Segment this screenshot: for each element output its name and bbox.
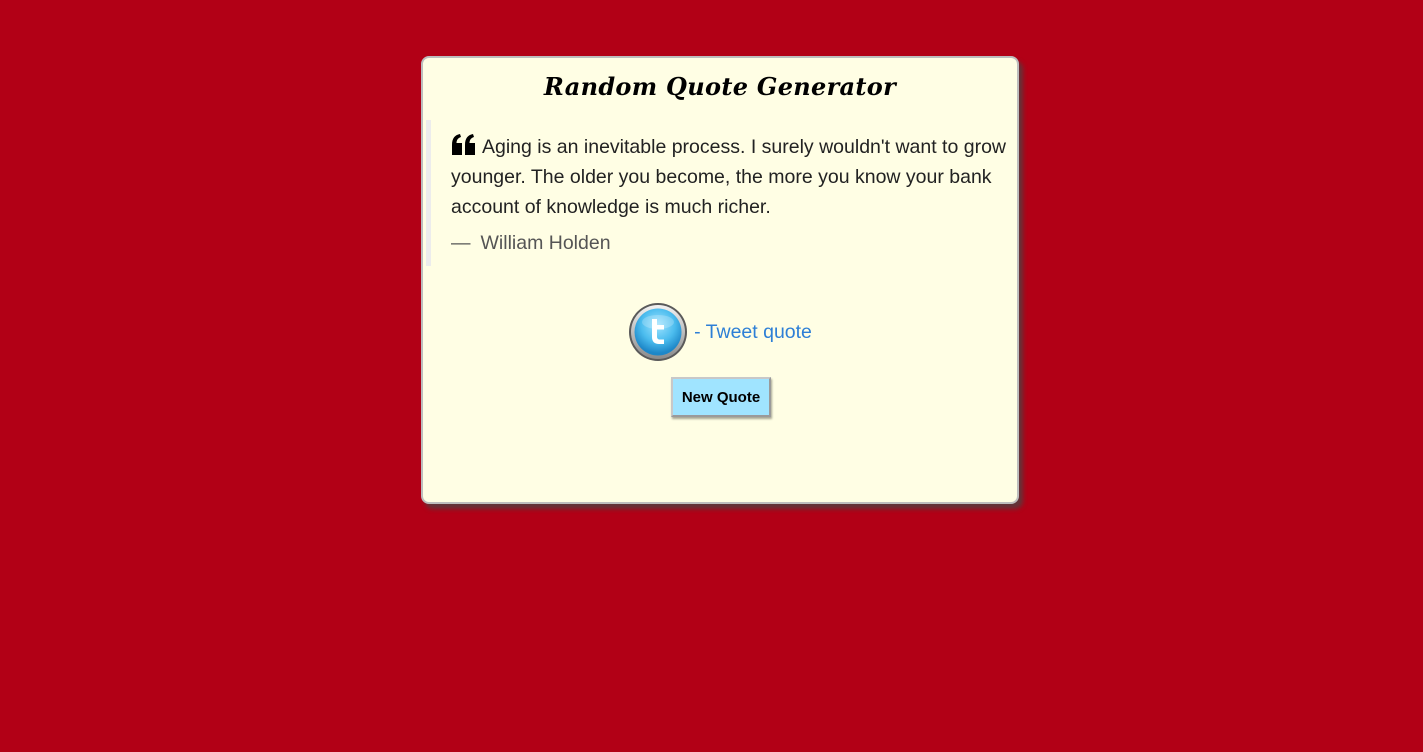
page-title: Random Quote Generator: [543, 72, 897, 101]
new-quote-button[interactable]: New Quote: [671, 377, 771, 417]
tweet-row: - Tweet quote: [423, 301, 1017, 363]
quote-author: — William Holden: [451, 230, 1011, 256]
quote-card: Random Quote Generator Aging is an inevi…: [421, 56, 1019, 504]
author-name: William Holden: [480, 232, 611, 254]
tweet-quote-link[interactable]: - Tweet quote: [628, 302, 812, 362]
tweet-quote-label[interactable]: - Tweet quote: [694, 321, 812, 344]
quote-left-icon: [451, 134, 476, 155]
quote-text: Aging is an inevitable process. I surely…: [451, 136, 1006, 218]
author-dash: —: [451, 232, 471, 254]
quote-paragraph: Aging is an inevitable process. I surely…: [451, 132, 1011, 222]
quote-block: Aging is an inevitable process. I surely…: [426, 120, 1011, 266]
twitter-icon[interactable]: [628, 302, 688, 362]
